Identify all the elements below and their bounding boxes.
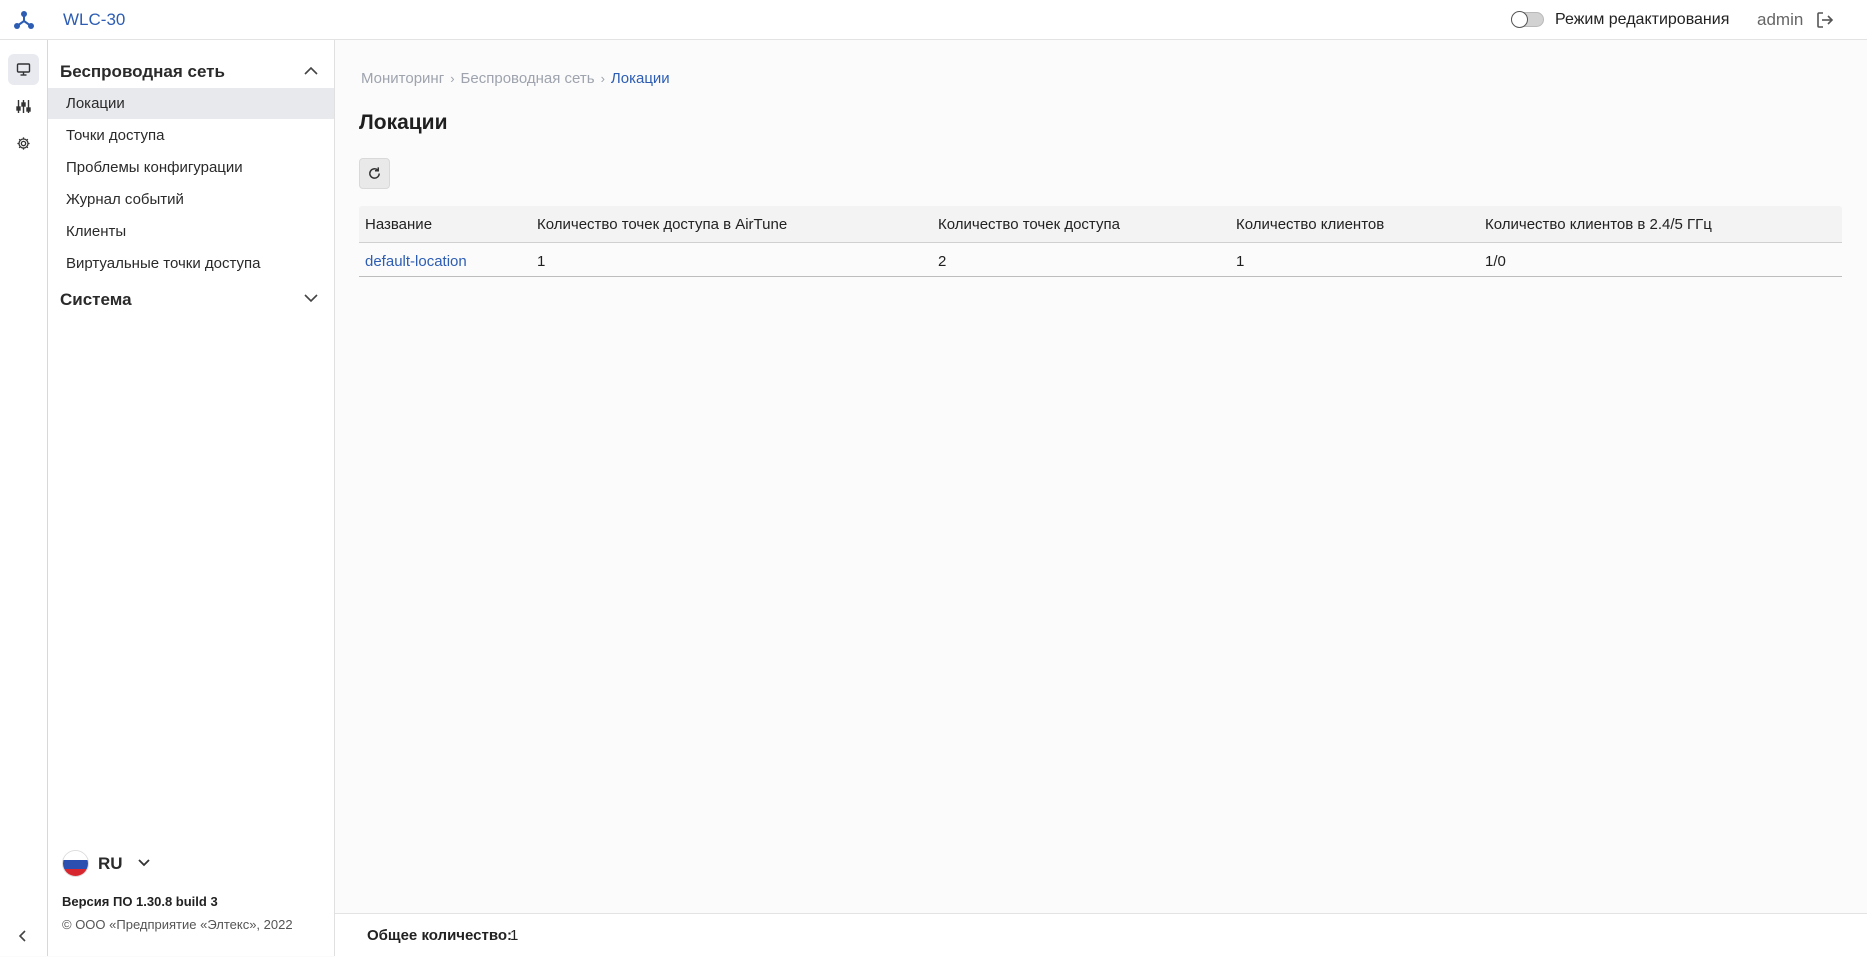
breadcrumb-separator-icon: › — [450, 71, 455, 86]
column-header[interactable]: Количество клиентов — [1236, 216, 1384, 233]
sidebar-item-label: Точки доступа — [66, 127, 165, 144]
column-header[interactable]: Количество точек доступа — [938, 216, 1120, 233]
edit-mode-label: Режим редактирования — [1555, 11, 1730, 28]
breadcrumb-monitoring[interactable]: Мониторинг — [361, 70, 444, 87]
sidebar-item-label: Клиенты — [66, 223, 127, 240]
gear-icon — [17, 137, 30, 150]
user-name: admin — [1757, 10, 1804, 29]
breadcrumb-locations: Локации — [610, 70, 670, 87]
section-title: Беспроводная сеть — [60, 62, 225, 81]
icon-rail — [0, 40, 48, 956]
settings-rail-button[interactable] — [8, 91, 39, 122]
top-bar: WLC-30 Режим редактирования admin — [0, 0, 1867, 40]
total-count-label: Общее количество: — [367, 927, 513, 944]
logout-icon[interactable] — [1815, 10, 1835, 30]
sidebar-item-label: Локации — [66, 95, 125, 112]
edit-mode-toggle[interactable] — [1511, 11, 1544, 28]
table-footer: Общее количество: 1 — [335, 913, 1867, 957]
column-header[interactable]: Количество точек доступа в AirTune — [537, 216, 787, 233]
section-wireless[interactable]: Беспроводная сеть — [48, 54, 334, 86]
table-cell: 1 — [1236, 253, 1245, 270]
table-cell: 1/0 — [1485, 253, 1506, 270]
locations-table: Название Количество точек доступа в AirT… — [359, 206, 1842, 277]
copyright: © ООО «Предприятие «Элтекс», 2022 — [62, 917, 293, 932]
column-header[interactable]: Количество клиентов в 2.4/5 ГГц — [1485, 216, 1712, 233]
sidebar-item-virtual-access-points[interactable]: Виртуальные точки доступа — [48, 248, 334, 279]
table-cell: 2 — [938, 253, 947, 270]
chevron-down-icon — [138, 859, 150, 867]
page-title: Локации — [359, 111, 448, 134]
table-cell: 1 — [537, 253, 546, 270]
language-code: RU — [98, 854, 123, 873]
monitor-icon — [16, 63, 31, 76]
sidebar-item-locations[interactable]: Локации — [48, 88, 334, 119]
location-name-link[interactable]: default-location — [365, 253, 467, 270]
logo-icon[interactable] — [13, 9, 35, 31]
table-header: Название Количество точек доступа в AirT… — [359, 206, 1842, 243]
sidebar: Беспроводная сеть Локации Точки доступа … — [48, 40, 335, 956]
section-title: Система — [60, 290, 132, 309]
app-title[interactable]: WLC-30 — [63, 10, 125, 30]
sidebar-item-event-log[interactable]: Журнал событий — [48, 184, 334, 215]
refresh-icon — [369, 167, 380, 179]
sidebar-item-label: Виртуальные точки доступа — [66, 255, 261, 272]
toggle-knob — [1511, 11, 1528, 28]
section-system[interactable]: Система — [48, 282, 334, 314]
sidebar-item-label: Проблемы конфигурации — [66, 159, 243, 176]
column-header[interactable]: Название — [365, 216, 432, 233]
monitoring-rail-button[interactable] — [8, 54, 39, 85]
chevron-down-icon — [304, 294, 318, 303]
chevron-left-icon[interactable] — [15, 928, 31, 944]
russia-flag-icon — [62, 850, 89, 877]
table-row: default-location 1 2 1 1/0 — [359, 243, 1842, 277]
breadcrumb-separator-icon: › — [600, 71, 605, 86]
sliders-icon — [16, 100, 31, 113]
total-count-value: 1 — [510, 927, 519, 944]
sidebar-item-clients[interactable]: Клиенты — [48, 216, 334, 247]
breadcrumb: Мониторинг › Беспроводная сеть › Локации — [361, 70, 670, 87]
chevron-up-icon — [304, 66, 318, 75]
sidebar-item-access-points[interactable]: Точки доступа — [48, 120, 334, 151]
system-rail-button[interactable] — [8, 128, 39, 159]
sidebar-item-config-problems[interactable]: Проблемы конфигурации — [48, 152, 334, 183]
refresh-button[interactable] — [359, 158, 390, 189]
sidebar-item-label: Журнал событий — [66, 191, 184, 208]
software-version: Версия ПО 1.30.8 build 3 — [62, 894, 218, 909]
breadcrumb-wireless[interactable]: Беспроводная сеть — [461, 70, 595, 87]
